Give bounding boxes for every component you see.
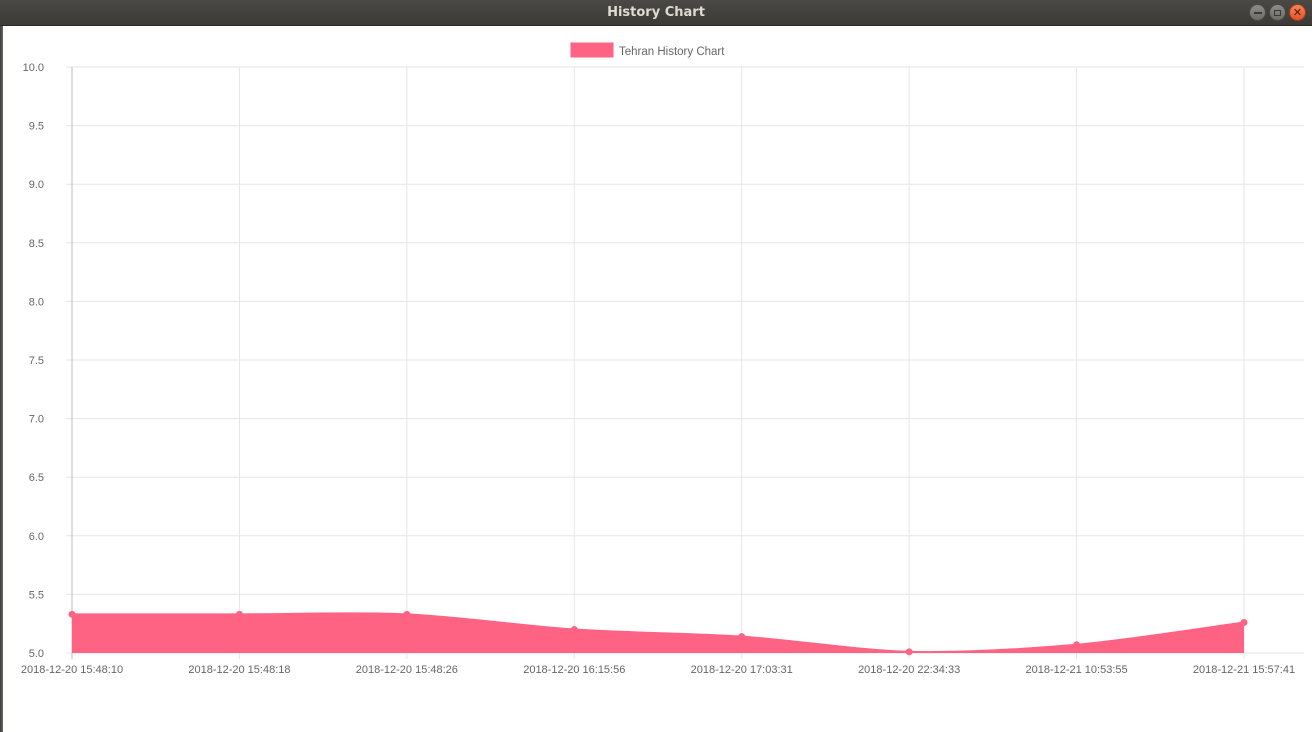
maximize-button[interactable] [1269, 4, 1286, 21]
y-tick-label: 7.5 [29, 355, 44, 367]
y-tick-label: 5.0 [29, 648, 44, 660]
chart-legend[interactable]: Tehran History Chart [570, 42, 725, 58]
data-point [1073, 641, 1081, 649]
data-point [1240, 619, 1248, 627]
x-tick-label: 2018-12-20 17:03:31 [691, 664, 793, 676]
y-tick-label: 7.0 [29, 414, 44, 426]
chart-grid [66, 66, 1304, 659]
data-point [68, 610, 76, 618]
history-chart: 5.0 5.5 6.0 6.5 7.0 7.5 8.0 8.5 9.0 9.5 10.0 2018-… [21, 42, 1304, 676]
window-titlebar: History Chart ✕ [0, 0, 1312, 26]
data-point [905, 648, 913, 656]
legend-label: Tehran History Chart [619, 46, 725, 58]
y-tick-label: 10.0 [23, 62, 44, 74]
x-tick-label: 2018-12-21 15:57:41 [1193, 664, 1295, 676]
data-point [403, 610, 411, 618]
x-tick-label: 2018-12-20 16:15:56 [523, 664, 625, 676]
x-tick-label: 2018-12-20 15:48:18 [188, 664, 290, 676]
x-tick-label: 2018-12-20 15:48:26 [356, 664, 458, 676]
legend-swatch [570, 42, 614, 58]
minimize-icon [1253, 11, 1262, 14]
x-tick-label: 2018-12-20 15:48:10 [21, 664, 123, 676]
y-tick-label: 9.5 [29, 121, 44, 133]
y-tick-label: 5.5 [29, 589, 44, 601]
y-axis-ticks: 5.0 5.5 6.0 6.5 7.0 7.5 8.0 8.5 9.0 9.5 10.0 [23, 62, 44, 660]
data-point [738, 633, 746, 641]
data-point [570, 626, 578, 634]
close-button[interactable]: ✕ [1289, 4, 1306, 21]
data-point [235, 610, 243, 618]
y-tick-label: 6.5 [29, 472, 44, 484]
x-tick-label: 2018-12-20 22:34:33 [858, 664, 960, 676]
y-tick-label: 8.5 [29, 238, 44, 250]
maximize-icon [1274, 9, 1281, 16]
y-tick-label: 8.0 [29, 296, 44, 308]
y-tick-label: 6.0 [29, 531, 44, 543]
series-area [72, 612, 1245, 654]
window-controls: ✕ [1249, 4, 1306, 21]
minimize-button[interactable] [1249, 4, 1266, 21]
close-icon: ✕ [1292, 6, 1303, 19]
window-title: History Chart [607, 5, 705, 20]
y-tick-label: 9.0 [29, 179, 44, 191]
x-axis-ticks: 2018-12-20 15:48:10 2018-12-20 15:48:18 20… [21, 664, 1295, 676]
x-tick-label: 2018-12-21 10:53:55 [1025, 664, 1127, 676]
